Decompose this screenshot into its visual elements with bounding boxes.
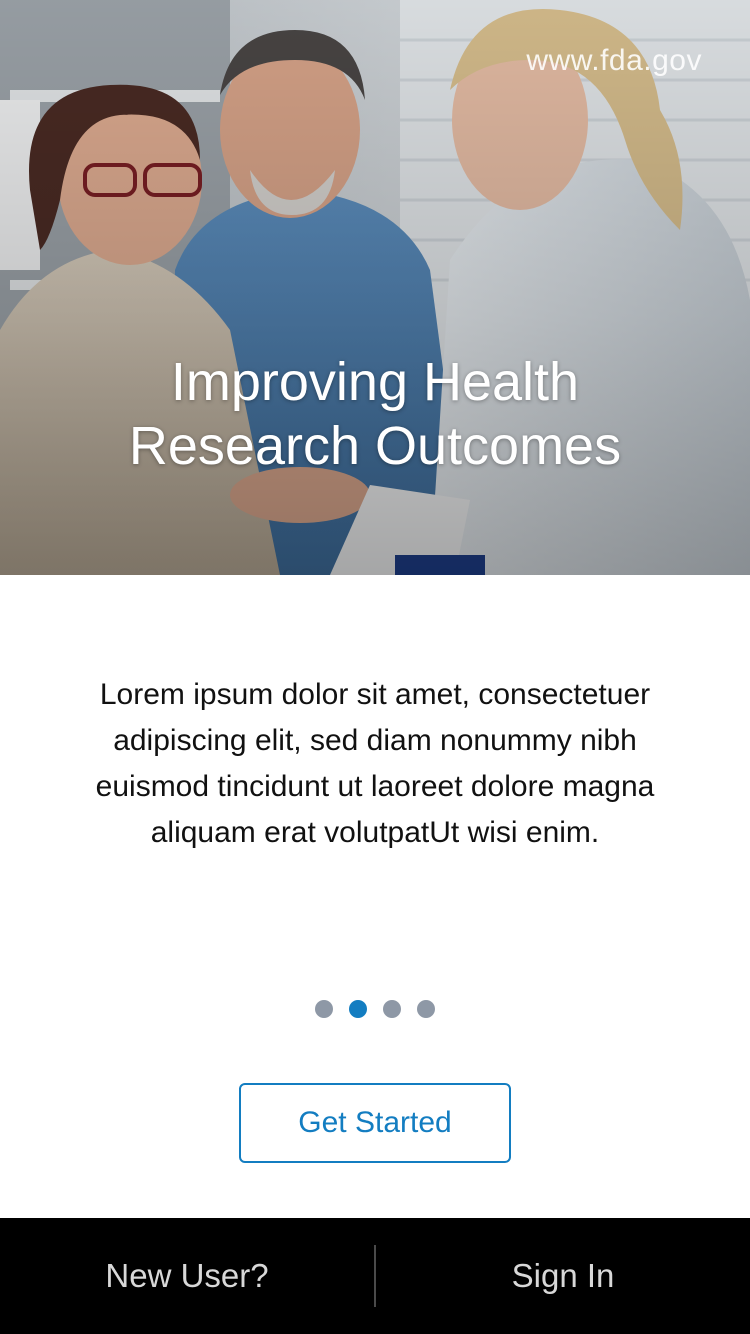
page-dot-2-active[interactable] — [349, 1000, 367, 1018]
hero-title-line-2: Research Outcomes — [128, 416, 622, 476]
bottom-action-bar: New User? Sign In — [0, 1218, 750, 1334]
sign-in-button[interactable]: Sign In — [376, 1218, 750, 1334]
onboarding-screen: www.fda.gov Improving Health Research Ou… — [0, 0, 750, 1334]
source-url: www.fda.gov — [526, 44, 702, 77]
page-dot-3[interactable] — [383, 1000, 401, 1018]
intro-description: Lorem ipsum dolor sit amet, consectetuer… — [95, 678, 655, 849]
hero-banner: www.fda.gov Improving Health Research Ou… — [0, 0, 750, 575]
hero-overlay — [0, 0, 750, 575]
hero-title-line-1: Improving Health — [170, 352, 580, 412]
new-user-button[interactable]: New User? — [0, 1218, 374, 1334]
page-indicator[interactable] — [0, 1000, 750, 1018]
page-dot-4[interactable] — [417, 1000, 435, 1018]
hero-title: Improving Health Research Outcomes — [60, 350, 690, 478]
get-started-button[interactable]: Get Started — [239, 1083, 511, 1163]
page-dot-1[interactable] — [315, 1000, 333, 1018]
